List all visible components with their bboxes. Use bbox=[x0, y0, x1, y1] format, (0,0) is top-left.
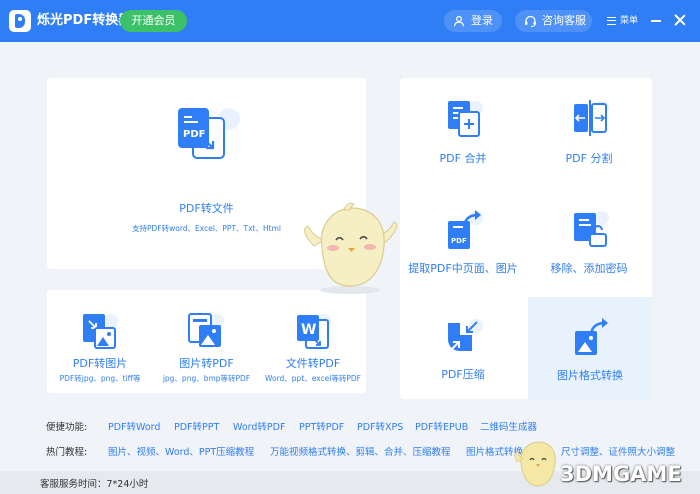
quick-functions-label: 便捷功能: bbox=[46, 422, 88, 433]
tutorial-link-image[interactable]: 图片格式转换、裁剪、尺寸调整、证件照大小调整 bbox=[466, 444, 675, 458]
pdf-to-file-icon: PDF bbox=[178, 108, 240, 159]
customer-service-button[interactable]: 咨询客服 bbox=[515, 10, 592, 32]
menu-button[interactable]: 菜单 bbox=[607, 13, 643, 29]
service-time-text: 客服服务时间：7*24小时 bbox=[40, 479, 149, 490]
quick-link-qrcode[interactable]: 二维码生成器 bbox=[480, 419, 537, 433]
app-logo-icon bbox=[9, 10, 31, 32]
login-button[interactable]: 登录 bbox=[444, 10, 502, 32]
hot-tutorials-label: 热门教程: bbox=[46, 447, 88, 458]
hamburger-icon bbox=[607, 17, 616, 25]
file-to-pdf-item[interactable]: W 文件转PDF Word、ppt、excel等转PDF bbox=[260, 290, 366, 393]
pdf-merge-icon bbox=[448, 101, 483, 137]
pdf-merge-tool[interactable]: PDF 合并 bbox=[400, 78, 526, 187]
minimize-button[interactable] bbox=[651, 20, 661, 22]
quick-link-pdf-to-word[interactable]: PDF转Word bbox=[108, 419, 160, 433]
pdf-split-tool[interactable]: PDF 分割 bbox=[526, 78, 652, 187]
menu-label: 菜单 bbox=[620, 16, 639, 26]
pdf-compress-icon bbox=[448, 319, 483, 351]
close-button[interactable] bbox=[674, 14, 686, 26]
pdf-to-image-subtitle: PDF转jpg、png、tiff等 bbox=[59, 374, 141, 383]
pdf-compress-label: PDF压缩 bbox=[441, 368, 485, 381]
pdf-split-icon bbox=[574, 100, 609, 136]
extract-pages-label: 提取PDF中页面、图片 bbox=[408, 262, 518, 275]
pdf-to-image-title: PDF转图片 bbox=[72, 357, 128, 370]
image-to-pdf-subtitle: jpg、png、bmp等转PDF bbox=[162, 374, 251, 383]
mascot-illustration bbox=[304, 202, 398, 294]
tutorial-link-compress[interactable]: 图片、视频、Word、PPT压缩教程 bbox=[108, 444, 254, 458]
quick-link-word-to-pdf[interactable]: Word转PDF bbox=[233, 419, 285, 433]
pdf-to-image-icon bbox=[83, 314, 118, 349]
login-label: 登录 bbox=[471, 14, 493, 27]
quick-link-ppt-to-pdf[interactable]: PPT转PDF bbox=[299, 419, 344, 433]
pdf-to-image-item[interactable]: PDF转图片 PDF转jpg、png、tiff等 bbox=[47, 290, 153, 393]
pdf-icon-text: PDF bbox=[183, 129, 205, 140]
quick-link-pdf-to-ppt[interactable]: PDF转PPT bbox=[174, 419, 219, 433]
extract-pages-icon: PDF bbox=[448, 210, 483, 249]
card-conversion-group: PDF转图片 PDF转jpg、png、tiff等 图片转PDF jpg、png、… bbox=[47, 290, 366, 393]
word-to-pdf-icon: W bbox=[297, 314, 331, 349]
file-to-pdf-subtitle: Word、ppt、excel等转PDF bbox=[265, 374, 361, 383]
image-format-label: 图片格式转换 bbox=[557, 369, 623, 382]
image-format-icon bbox=[575, 318, 610, 355]
quick-link-pdf-to-epub[interactable]: PDF转EPUB bbox=[415, 419, 468, 433]
image-to-pdf-icon bbox=[188, 313, 224, 347]
card-pdf-tools: PDF 合并 PDF 分割 PDF 提取PDF中页面、图片 移除、添加密码 PD… bbox=[400, 78, 652, 399]
password-tool[interactable]: 移除、添加密码 bbox=[526, 187, 652, 297]
headset-icon bbox=[525, 15, 536, 27]
file-to-pdf-title: 文件转PDF bbox=[285, 357, 341, 370]
tutorial-link-video[interactable]: 万能视频格式转换、剪辑、合并、压缩教程 bbox=[270, 444, 451, 458]
app-title: 烁光PDF转换器 bbox=[37, 13, 132, 28]
user-icon bbox=[453, 15, 465, 27]
quick-link-pdf-to-xps[interactable]: PDF转XPS bbox=[357, 419, 403, 433]
watermark-text: 3DMGAME bbox=[560, 462, 682, 486]
password-lock-icon bbox=[574, 211, 609, 247]
pdf-split-label: PDF 分割 bbox=[565, 152, 613, 165]
pdf-merge-label: PDF 合并 bbox=[439, 152, 487, 165]
extract-icon-text: PDF bbox=[451, 237, 467, 245]
extract-pages-tool[interactable]: PDF 提取PDF中页面、图片 bbox=[400, 187, 526, 297]
image-to-pdf-title: 图片转PDF bbox=[179, 357, 234, 370]
open-vip-button[interactable]: 开通会员 bbox=[120, 10, 187, 32]
password-label: 移除、添加密码 bbox=[550, 262, 628, 275]
customer-service-label: 咨询客服 bbox=[542, 14, 586, 27]
image-format-tool[interactable]: 图片格式转换 bbox=[528, 297, 652, 399]
title-bar: 烁光PDF转换器 开通会员 登录 咨询客服 菜单 bbox=[0, 0, 700, 42]
word-icon-text: W bbox=[301, 322, 316, 338]
pdf-compress-tool[interactable]: PDF压缩 bbox=[400, 297, 526, 399]
image-to-pdf-item[interactable]: 图片转PDF jpg、png、bmp等转PDF bbox=[153, 290, 260, 393]
watermark-mascot bbox=[514, 441, 556, 487]
